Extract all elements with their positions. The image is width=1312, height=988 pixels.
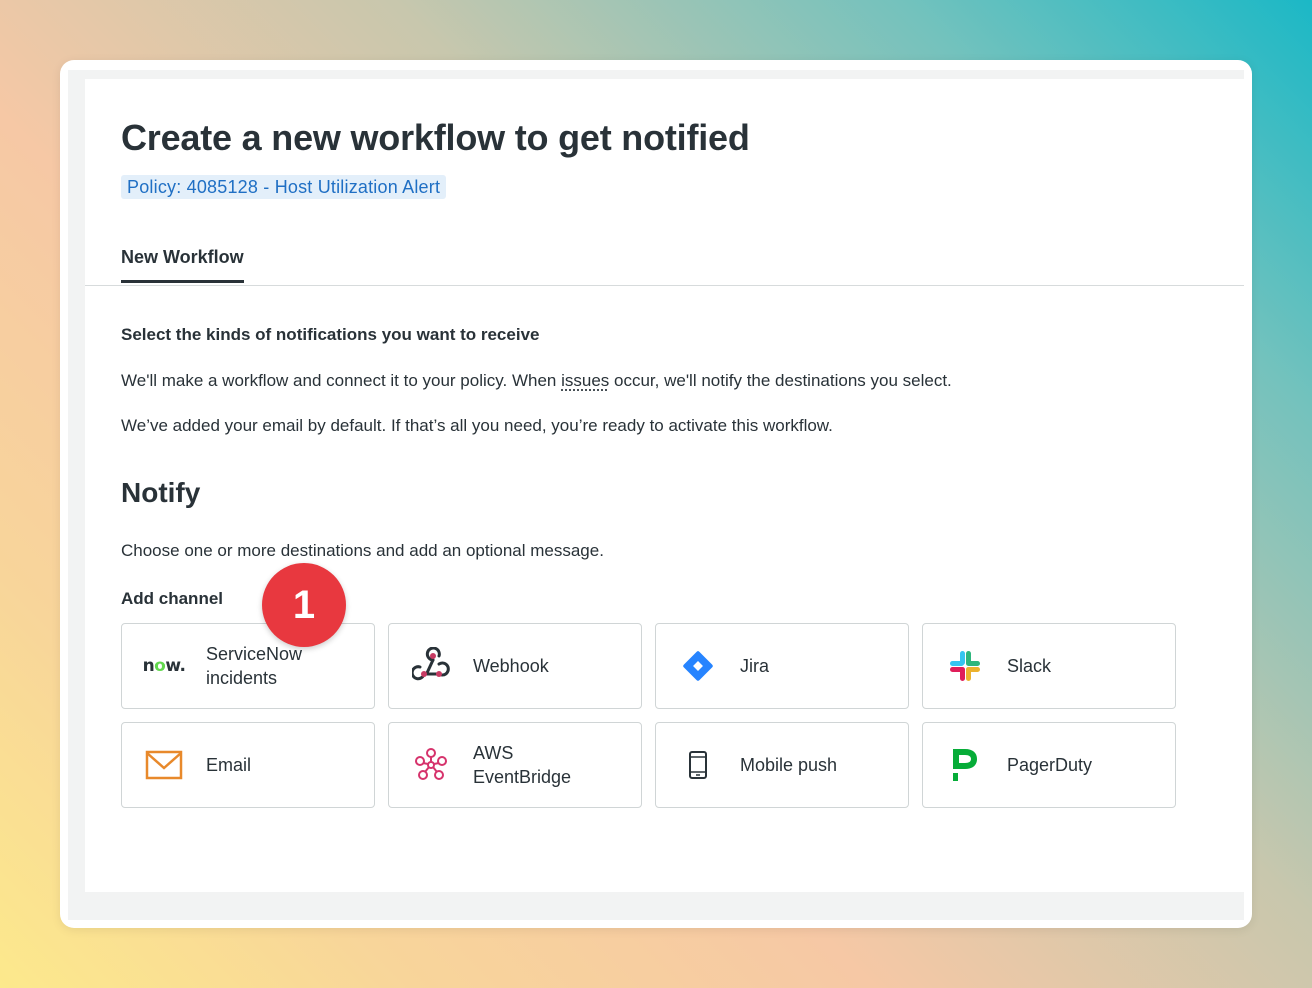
tab-divider — [85, 285, 1244, 286]
channel-grid: now. ServiceNow incidents Webhook Jira S… — [121, 623, 1176, 809]
workflow-description: We'll make a workflow and connect it to … — [121, 371, 952, 391]
jira-icon — [678, 646, 718, 686]
policy-badge[interactable]: Policy: 4085128 - Host Utilization Alert — [121, 175, 447, 199]
channel-jira[interactable]: Jira — [655, 623, 909, 709]
channel-label: Slack — [1007, 656, 1052, 676]
channel-servicenow[interactable]: now. ServiceNow incidents — [121, 623, 375, 709]
channel-label: ServiceNow incidents — [206, 644, 303, 688]
channel-label: PagerDuty — [1007, 755, 1093, 775]
workflow-card: Create a new workflow to get notified Po… — [85, 79, 1244, 892]
step-number-badge: 1 — [262, 563, 346, 647]
channel-aws-eventbridge[interactable]: AWS EventBridge — [388, 722, 642, 808]
eventbridge-icon — [411, 745, 451, 785]
notifications-heading: Select the kinds of notifications you wa… — [121, 325, 540, 344]
channel-label: Email — [206, 755, 252, 775]
channel-pagerduty[interactable]: PagerDuty — [922, 722, 1176, 808]
channel-label: Webhook — [473, 656, 549, 676]
screenshot-frame: Create a new workflow to get notified Po… — [60, 60, 1252, 928]
channel-label: AWS EventBridge — [473, 743, 572, 787]
email-default-note: We’ve added your email by default. If th… — [121, 416, 833, 435]
description-text-end: occur, we'll notify the destinations you… — [609, 371, 952, 390]
channel-webhook[interactable]: Webhook — [388, 623, 642, 709]
notify-description: Choose one or more destinations and add … — [121, 541, 604, 560]
servicenow-logo-accent: o — [154, 656, 166, 676]
channel-email[interactable]: Email — [121, 722, 375, 808]
issues-link[interactable]: issues — [561, 371, 609, 390]
tab-new-workflow[interactable]: New Workflow — [121, 247, 244, 283]
slack-icon — [945, 646, 985, 686]
description-text-start: We'll make a workflow and connect it to … — [121, 371, 562, 390]
page-title: Create a new workflow to get notified — [121, 117, 750, 158]
servicenow-logo-text: now. — [142, 656, 186, 676]
envelope-icon — [144, 745, 184, 785]
channel-label: Mobile push — [740, 755, 838, 775]
webhook-icon — [411, 646, 451, 686]
channel-mobile-push[interactable]: Mobile push — [655, 722, 909, 808]
servicenow-logo-icon: now. — [142, 646, 186, 686]
add-channel-label: Add channel — [121, 589, 224, 608]
notify-title: Notify — [121, 477, 201, 508]
pagerduty-icon — [945, 745, 985, 785]
mobile-phone-icon — [678, 745, 718, 785]
channel-slack[interactable]: Slack — [922, 623, 1176, 709]
channel-label: Jira — [740, 656, 770, 676]
